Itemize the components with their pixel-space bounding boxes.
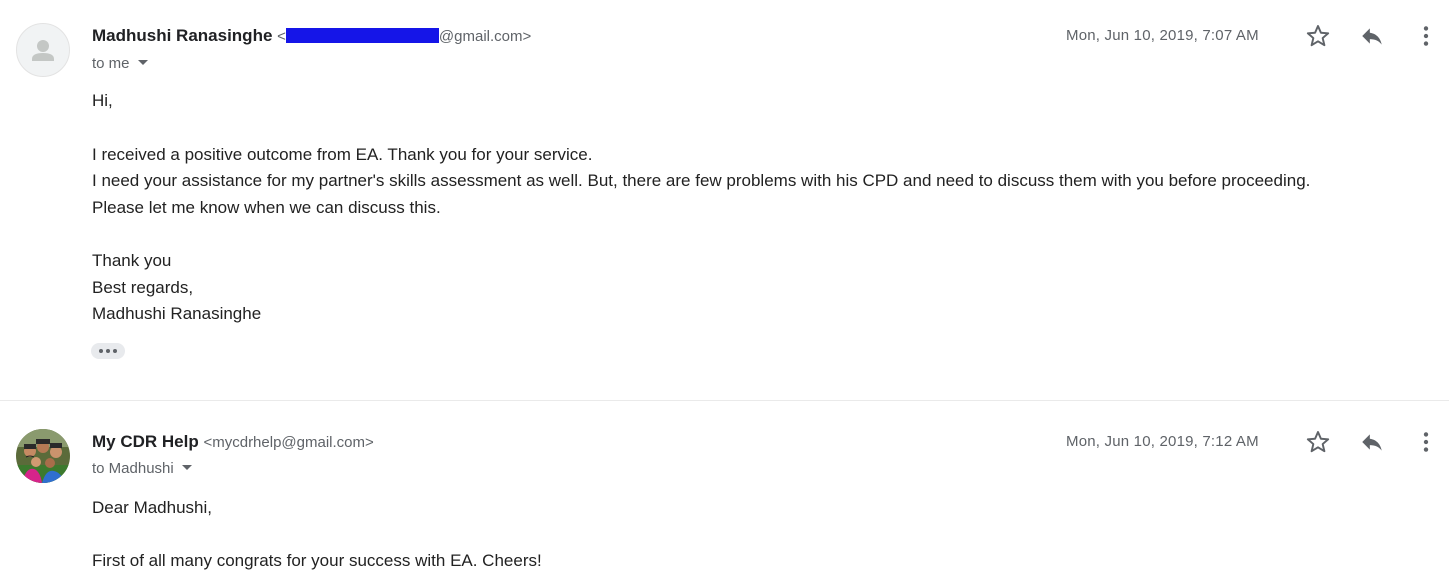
body-line: I need your assistance for my partner's … xyxy=(92,171,1311,190)
caret-down-icon xyxy=(181,465,192,470)
reply-icon xyxy=(1362,28,1382,45)
more-options-button[interactable] xyxy=(1412,22,1440,50)
recipient-label: to Madhushi xyxy=(92,460,174,477)
sender-email: < @gmail.com> xyxy=(277,28,531,45)
body-line: Please let me know when we can discuss t… xyxy=(92,198,441,217)
star-button[interactable] xyxy=(1304,428,1332,456)
recipient-dropdown[interactable]: to me xyxy=(92,54,148,74)
body-line: Hi, xyxy=(92,91,113,110)
sender-email: <mycdrhelp@gmail.com> xyxy=(203,434,374,451)
ellipsis-icon xyxy=(99,349,103,353)
person-icon xyxy=(32,40,54,61)
message-1: Madhushi Ranasinghe < @gmail.com> to me M… xyxy=(0,0,1449,401)
sender-name[interactable]: Madhushi Ranasinghe xyxy=(92,26,272,45)
email-open-bracket: < xyxy=(277,28,286,45)
sender-avatar-photo[interactable] xyxy=(16,429,70,483)
sender-name[interactable]: My CDR Help xyxy=(92,432,199,451)
body-line: Best regards, xyxy=(92,278,194,297)
caret-down-icon xyxy=(137,60,148,65)
sender-avatar[interactable] xyxy=(16,23,70,77)
email-domain: @gmail.com> xyxy=(438,28,532,45)
more-vert-icon xyxy=(1423,26,1429,46)
star-button[interactable] xyxy=(1304,22,1332,50)
body-line: I received a positive outcome from EA. T… xyxy=(92,145,593,164)
more-options-button[interactable] xyxy=(1412,428,1440,456)
email-thread: Madhushi Ranasinghe < @gmail.com> to me M… xyxy=(0,0,1449,581)
message-date: Mon, Jun 10, 2019, 7:07 AM xyxy=(1066,27,1259,44)
reply-icon xyxy=(1362,434,1382,451)
recipient-dropdown[interactable]: to Madhushi xyxy=(92,459,192,479)
body-line: First of all many congrats for your succ… xyxy=(92,551,542,570)
more-vert-icon xyxy=(1423,432,1429,452)
sender-line: My CDR Help <mycdrhelp@gmail.com> xyxy=(92,431,374,454)
body-line: Dear Madhushi, xyxy=(92,498,213,517)
body-line: Madhushi Ranasinghe xyxy=(92,304,262,323)
message-2: My CDR Help <mycdrhelp@gmail.com> to Mad… xyxy=(0,401,1449,581)
body-line: Thank you xyxy=(92,251,172,270)
sender-line: Madhushi Ranasinghe < @gmail.com> xyxy=(92,25,531,48)
recipient-label: to me xyxy=(92,55,130,72)
group-photo-avatar xyxy=(16,429,70,483)
reply-button[interactable] xyxy=(1358,22,1386,50)
redacted-email xyxy=(285,28,439,43)
reply-button[interactable] xyxy=(1358,428,1386,456)
star-icon xyxy=(1306,25,1330,47)
show-trimmed-content-button[interactable] xyxy=(91,343,125,359)
message-date: Mon, Jun 10, 2019, 7:12 AM xyxy=(1066,433,1259,450)
star-icon xyxy=(1306,431,1330,453)
